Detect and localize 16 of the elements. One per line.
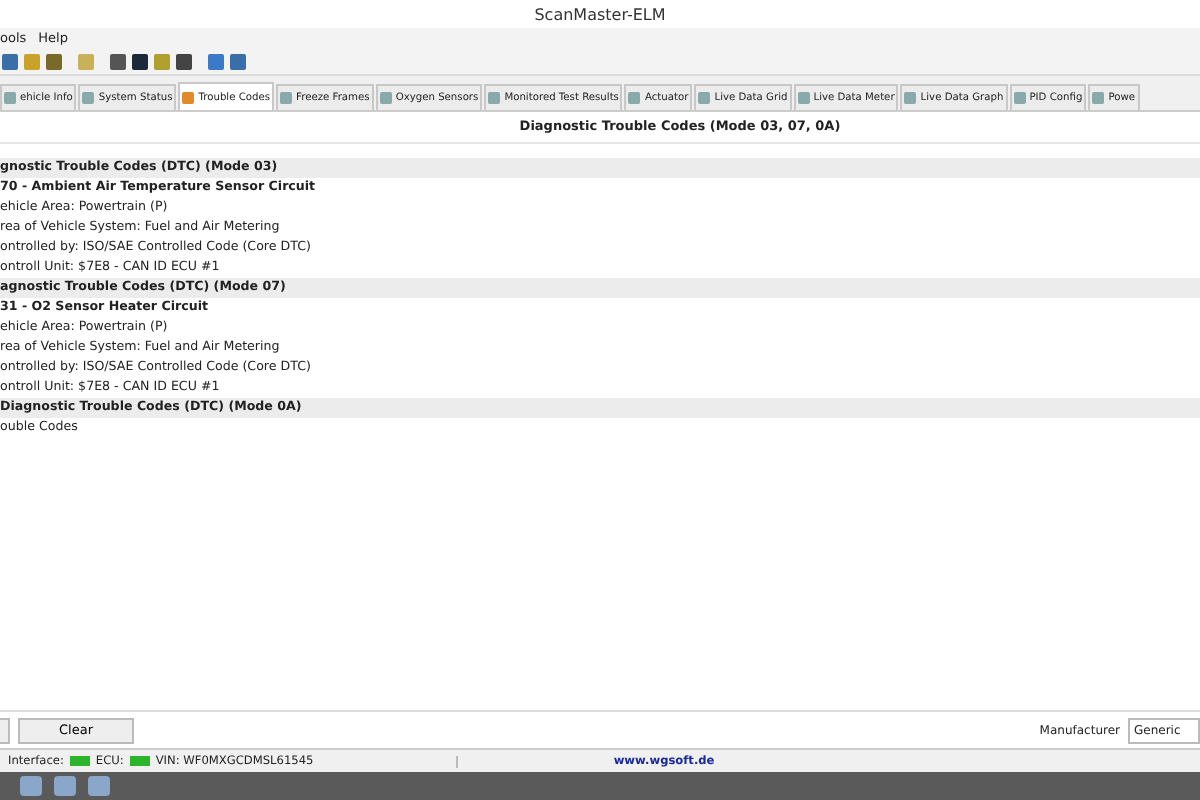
tab-icon	[82, 92, 95, 104]
tab-icon	[182, 91, 195, 103]
tab-icon	[904, 92, 917, 104]
tab-icon	[488, 92, 501, 104]
tab-icon	[1092, 92, 1105, 104]
window-title: ScanMaster-ELM	[534, 5, 666, 23]
tab-icon	[4, 92, 16, 104]
tab-icon	[379, 92, 392, 104]
tab-icon	[628, 92, 641, 104]
taskbar-icon[interactable]	[20, 776, 42, 796]
tab-icon	[1013, 92, 1026, 104]
taskbar-icon[interactable]	[54, 776, 76, 796]
tab-icon	[797, 92, 810, 104]
tab-icon	[280, 92, 293, 104]
taskbar-icon[interactable]	[88, 776, 110, 796]
tab-icon	[698, 92, 711, 104]
